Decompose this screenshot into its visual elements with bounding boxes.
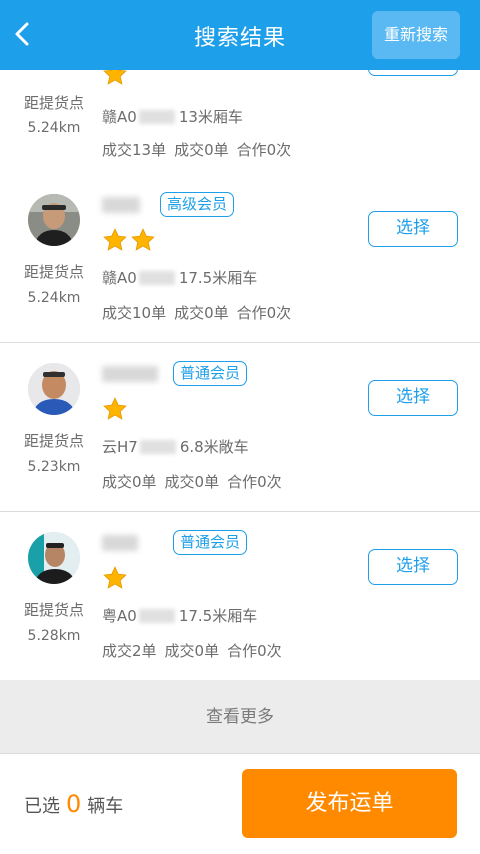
deal-stats: 成交10单 成交0单 合作0次 [102, 302, 299, 323]
star-icon [103, 397, 127, 420]
stat-item: 成交0单 [164, 642, 220, 660]
distance-label: 距提货点 [23, 263, 84, 281]
stat-item: 成交0单 [174, 304, 229, 322]
load-more-button[interactable]: 查看更多 [0, 680, 480, 754]
distance-label: 距提货点 [23, 432, 84, 450]
member-badge: 高级会员 [160, 192, 235, 217]
driver-name-blurred [102, 366, 158, 382]
vehicle-info: 赣A0 13米厢车 [102, 106, 243, 127]
select-button[interactable]: 选择 [368, 380, 458, 416]
driver-card: 距提货点 5.23km 普通会员 云H7 6.8米敞车 成交0单 成交0单 合作0次 … [0, 343, 480, 512]
select-button[interactable]: 选择 [368, 211, 458, 247]
member-badge: 普通会员 [173, 361, 248, 386]
star-icon [131, 228, 155, 251]
stat-item: 合作0次 [236, 141, 292, 159]
avatar [28, 363, 80, 415]
selected-count: 0 [66, 790, 82, 818]
avatar [28, 194, 80, 246]
top-bar: 搜索结果 重新搜索 [0, 0, 480, 70]
avatar [28, 532, 80, 584]
vehicle-desc: 6.8米敞车 [179, 438, 249, 456]
stat-item: 成交0单 [102, 473, 157, 491]
stat-item: 成交10单 [102, 304, 167, 322]
driver-card: 距提货点 5.24km 高级会员 赣A0 17.5米厢车 成交10单 成交0单 合作0… [0, 174, 480, 343]
stat-item: 合作0次 [236, 304, 292, 322]
distance-value: 5.24km [27, 120, 81, 136]
deal-stats: 成交13单 成交0单 合作0次 [102, 139, 299, 160]
vehicle-info: 云H7 6.8米敞车 [102, 436, 249, 457]
research-button[interactable]: 重新搜索 [372, 11, 460, 59]
vehicle-desc: 13米厢车 [178, 108, 243, 126]
bottom-bar: 已选 0 辆车 发布运单 [0, 754, 480, 854]
stat-item: 合作0次 [227, 473, 282, 491]
plate-prefix: 云H7 [102, 438, 138, 456]
plate-blur [138, 609, 175, 623]
selected-suffix: 辆车 [87, 796, 124, 817]
stat-item: 成交0单 [174, 141, 229, 159]
plate-blur [138, 271, 175, 285]
plate-prefix: 赣A0 [102, 269, 137, 287]
deal-stats: 成交2单 成交0单 合作0次 [102, 640, 290, 661]
stat-item: 成交0单 [164, 473, 220, 491]
deal-stats: 成交0单 成交0单 合作0次 [102, 471, 290, 492]
select-button[interactable]: 选择 [368, 549, 458, 585]
stat-item: 成交13单 [102, 141, 167, 159]
vehicle-info: 粤A0 17.5米厢车 [102, 605, 257, 626]
star-icon [103, 228, 127, 251]
vehicle-desc: 17.5米厢车 [178, 607, 258, 625]
plate-blur [139, 440, 176, 454]
publish-order-button[interactable]: 发布运单 [242, 769, 457, 838]
selected-summary: 已选 0 辆车 [24, 790, 123, 818]
distance-value: 5.24km [27, 290, 81, 306]
distance-value: 5.23km [27, 459, 81, 475]
star-rating [102, 396, 128, 422]
member-badge: 普通会员 [173, 530, 248, 555]
stat-item: 成交2单 [102, 642, 157, 660]
result-list[interactable]: 距提货点 5.24km 赣A0 13米厢车 成交13单 成交0单 合作0次 距提货点 … [0, 0, 480, 680]
star-rating [102, 227, 156, 253]
plate-blur [138, 110, 175, 124]
star-rating [102, 565, 128, 591]
driver-name-blurred [102, 197, 140, 213]
vehicle-info: 赣A0 17.5米厢车 [102, 267, 257, 288]
plate-prefix: 粤A0 [102, 607, 137, 625]
stat-item: 合作0次 [227, 642, 282, 660]
distance-label: 距提货点 [23, 601, 84, 619]
star-icon [103, 566, 127, 589]
vehicle-desc: 17.5米厢车 [178, 269, 258, 287]
driver-card: 距提货点 5.28km 普通会员 粤A0 17.5米厢车 成交2单 成交0单 合作0次… [0, 512, 480, 680]
distance-value: 5.28km [27, 628, 81, 644]
selected-prefix: 已选 [24, 796, 60, 817]
driver-name-blurred [102, 535, 138, 551]
distance-label: 距提货点 [23, 94, 84, 112]
plate-prefix: 赣A0 [102, 108, 137, 126]
